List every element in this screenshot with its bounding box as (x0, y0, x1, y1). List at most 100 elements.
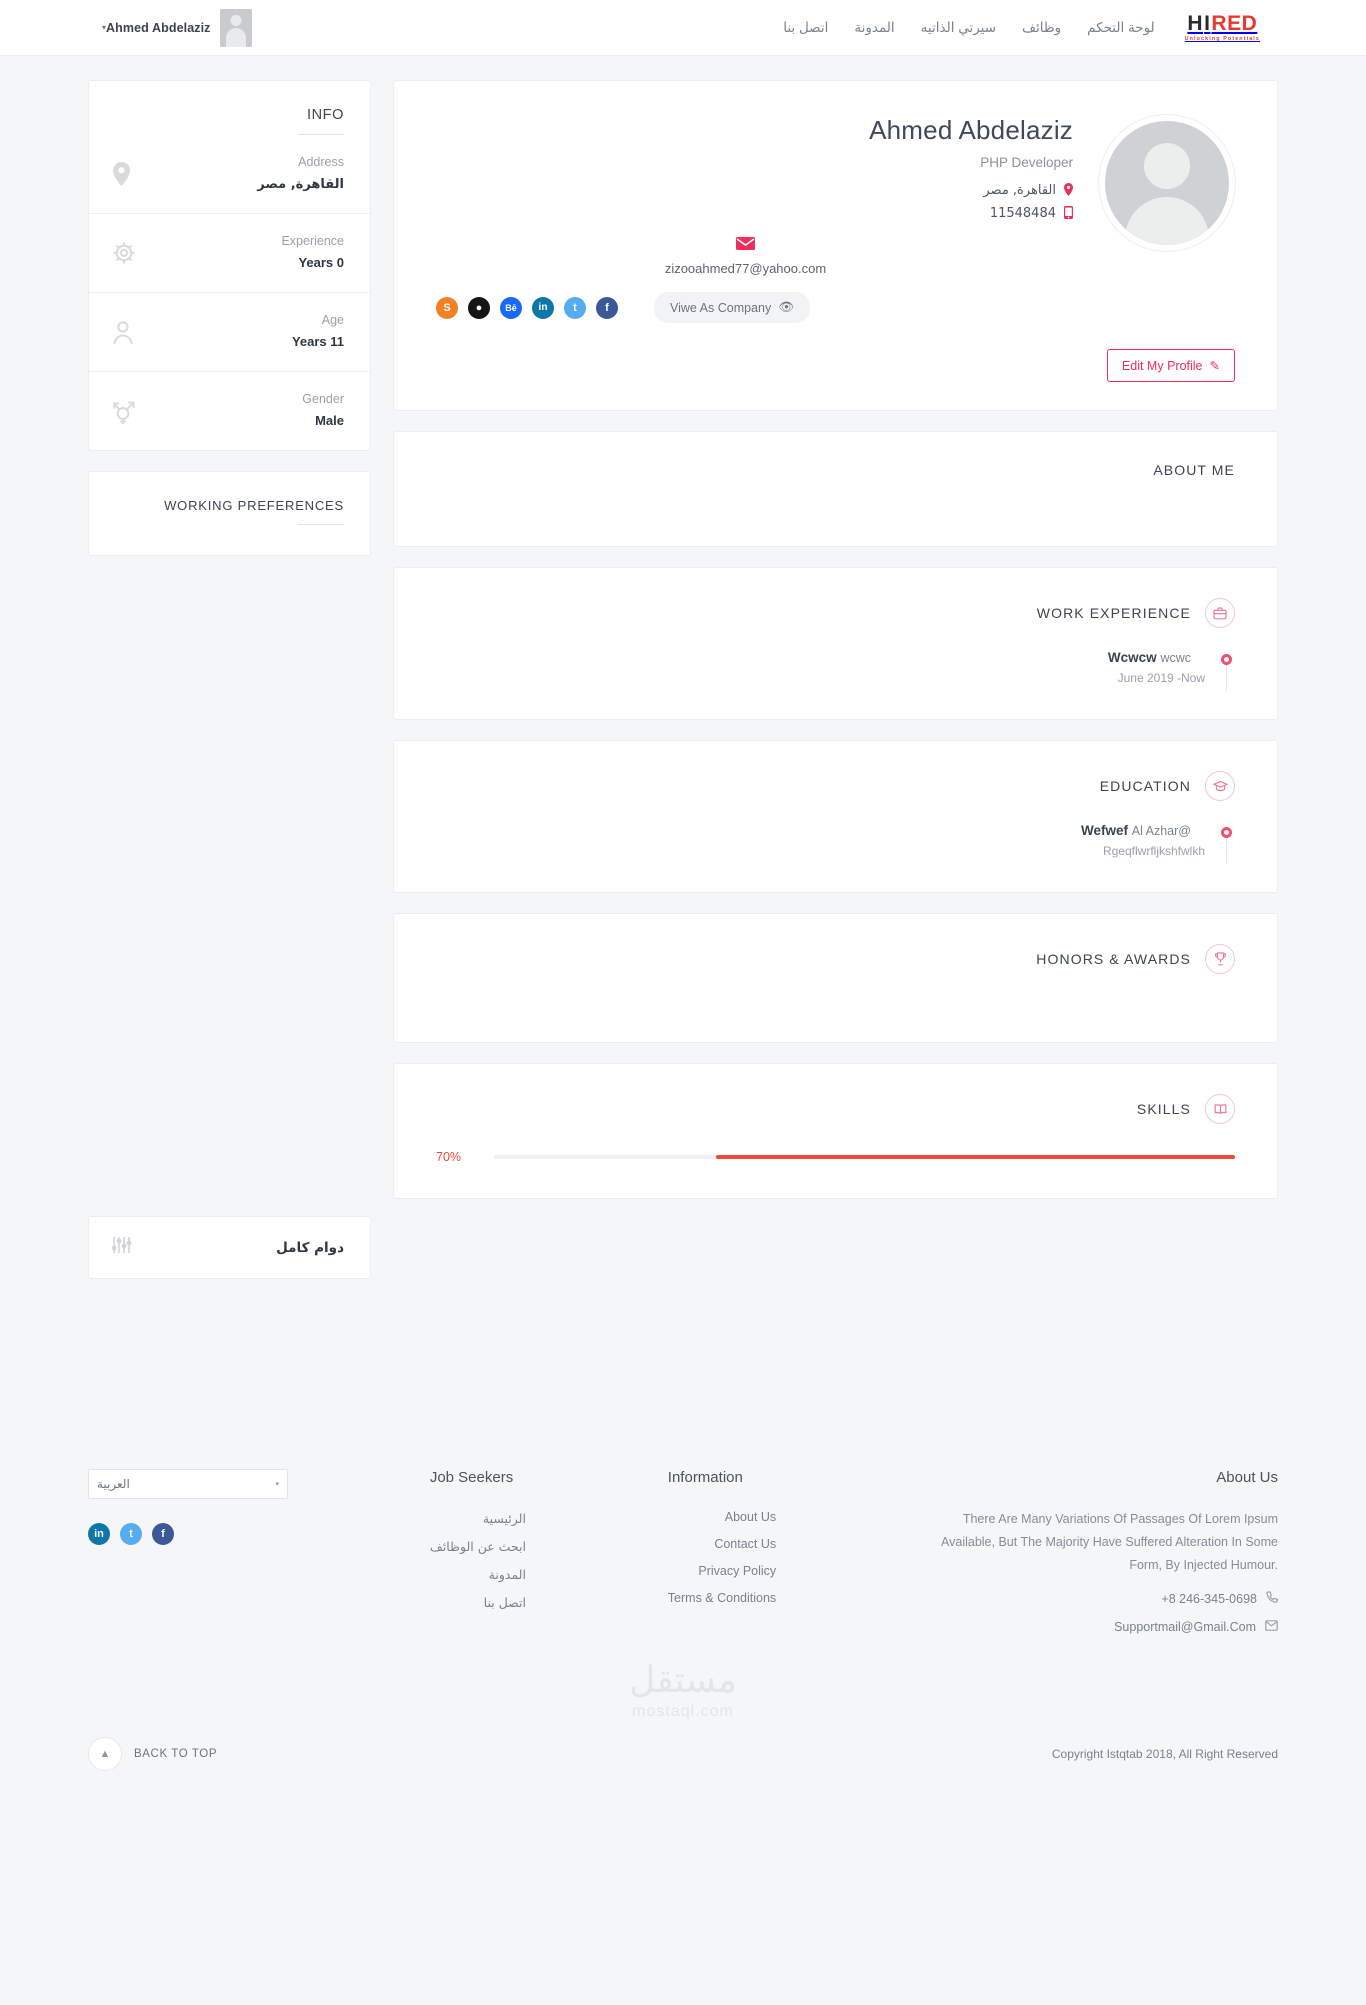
behance-icon[interactable]: Bē (500, 296, 522, 319)
footer-email: Supportmail@Gmail.Com (1114, 1620, 1256, 1635)
info-label: Gender (302, 392, 344, 406)
list-item: About Us (668, 1508, 776, 1526)
site-header: ▾ Ahmed Abdelaziz لوحة التحكم وظائف سيرت… (0, 0, 1366, 56)
footer-link-blog[interactable]: المدونة (489, 1567, 526, 1582)
nav-item-jobs[interactable]: وظائف (1022, 20, 1061, 36)
avatar (219, 8, 252, 47)
timeline-subtitle: wcwc (1160, 651, 1191, 665)
info-row-text: Address القاهرة, مصر (257, 155, 344, 193)
list-item: المدونة (430, 1564, 526, 1583)
logo-text-i: I (1204, 12, 1211, 35)
education-header: EDUCATION (394, 741, 1277, 801)
facebook-icon[interactable]: f (152, 1523, 174, 1545)
view-as-company-button[interactable]: Viwe As Company 👁 (654, 292, 811, 323)
list-item: الرئيسية (430, 1508, 526, 1527)
profile-avatar (1099, 115, 1235, 251)
about-me-header: ABOUT ME (394, 432, 1277, 478)
working-preference-row: دوام كامل (89, 1217, 370, 1278)
footer-about-text: There Are Many Variations Of Passages Of… (941, 1512, 1278, 1573)
info-value: Years 11 (291, 334, 344, 349)
nav-item-blog[interactable]: المدونة (854, 20, 894, 36)
sliders-icon (111, 1235, 133, 1260)
twitter-icon[interactable]: t (120, 1523, 142, 1545)
page-body: INFO Address القاهرة, مصر Experience Yea… (0, 56, 1366, 1299)
person-icon (111, 319, 135, 345)
skill-percent-label: 70% (436, 1150, 462, 1164)
footer-link-home[interactable]: الرئيسية (483, 1511, 526, 1526)
footer-link-contact[interactable]: اتصل بنا (484, 1595, 526, 1610)
footer-information-title: Information (667, 1469, 743, 1486)
footer-link-terms[interactable]: Terms & Conditions (668, 1591, 776, 1605)
list-item: Privacy Policy (668, 1562, 776, 1580)
working-preference-value: دوام كامل (276, 1239, 344, 1256)
footer-link-search-jobs[interactable]: ابحث عن الوظائف (430, 1539, 526, 1554)
language-select[interactable]: ▾ العربية (88, 1469, 288, 1499)
trophy-icon (1205, 944, 1235, 974)
about-me-card: ABOUT ME (393, 431, 1278, 547)
copyright-text: Copyright Istqtab 2018, All Right Reserv… (1051, 1747, 1278, 1762)
working-preferences-row-card: دوام كامل (88, 1216, 371, 1279)
profile-location: القاهرة, مصر (983, 183, 1056, 198)
edit-profile-button[interactable]: Edit My Profile ✎ (1106, 349, 1235, 382)
timeline-title-row: Wcwcw wcwc (436, 650, 1205, 665)
info-value: Male (315, 413, 344, 428)
info-card-title: INFO (306, 107, 344, 123)
main-nav: لوحة التحكم وظائف سيرتي الذاتيه المدونة … (783, 20, 1154, 36)
header-left: ▾ Ahmed Abdelaziz (100, 8, 252, 47)
site-logo[interactable]: H I RED Unlocking Potentials (1185, 13, 1260, 42)
nav-item-resume[interactable]: سيرتي الذاتيه (921, 20, 996, 36)
footer-information-column: Information About Us Contact Us Privacy … (668, 1469, 776, 1607)
footer-phone: +8 246-345-0698 (1161, 1591, 1257, 1606)
timeline-item: Wcwcw wcwc June 2019 -Now (436, 650, 1235, 691)
main-content: Ahmed Abdelaziz PHP Developer القاهرة, م… (393, 80, 1278, 1219)
info-label: Address (298, 155, 344, 169)
info-row-text: Age Years 11 (292, 313, 344, 351)
watermark-latin: mostaql.com (632, 1703, 734, 1721)
info-label: Age (321, 313, 344, 327)
stackoverflow-icon[interactable]: S (436, 296, 458, 319)
education-card: EDUCATION Wefwef Al Azhar@ Rgeqflwrfljks… (393, 740, 1278, 893)
book-icon (1205, 1094, 1235, 1124)
footer-link-contact-us[interactable]: Contact Us (714, 1537, 776, 1551)
graduation-cap-icon (1205, 771, 1235, 801)
linkedin-icon[interactable]: in (532, 296, 554, 319)
nav-item-contact[interactable]: اتصل بنا (783, 20, 828, 36)
info-row-gender: Gender Male (89, 372, 370, 450)
profile-identity: Ahmed Abdelaziz PHP Developer القاهرة, م… (436, 115, 1099, 251)
github-icon[interactable]: ● (468, 296, 490, 319)
work-experience-header: WORK EXPERIENCE (394, 568, 1277, 628)
profile-phone-row: 11548484 (990, 206, 1073, 221)
logo-tagline: Unlocking Potentials (1184, 36, 1260, 42)
timeline-subtitle: Al Azhar@ (1131, 824, 1191, 838)
honors-awards-header: HONORS & AWARDS (394, 914, 1277, 974)
nav-item-dashboard[interactable]: لوحة التحكم (1087, 20, 1155, 36)
work-experience-body: Wcwcw wcwc June 2019 -Now (394, 650, 1277, 719)
info-value: القاهرة, مصر (257, 177, 344, 192)
skill-row: 70% (436, 1150, 1235, 1164)
skills-card: SKILLS 70% (393, 1063, 1278, 1199)
watermark: مستقل mostaql.com (88, 1660, 1278, 1721)
facebook-icon[interactable]: f (596, 296, 618, 319)
list-item: ابحث عن الوظائف (430, 1536, 526, 1555)
skills-header: SKILLS (394, 1064, 1277, 1124)
footer-about-title: About Us (1216, 1469, 1278, 1486)
footer-phone-row: +8 246-345-0698 (918, 1591, 1279, 1606)
phone-icon (1266, 1591, 1279, 1606)
chevron-up-icon[interactable]: ▲ (88, 1737, 122, 1772)
back-to-top[interactable]: ▲ BACK TO TOP (88, 1737, 217, 1772)
chevron-down-icon: ▾ (275, 1480, 279, 1488)
empty-state (436, 478, 1235, 512)
timeline-dot-icon (1221, 654, 1232, 665)
timeline-title-row: Wefwef Al Azhar@ (436, 823, 1205, 838)
timeline-dot-icon (1221, 827, 1232, 838)
footer-link-privacy-policy[interactable]: Privacy Policy (698, 1564, 776, 1578)
twitter-icon[interactable]: t (564, 296, 586, 319)
footer-email-row: Supportmail@Gmail.Com (918, 1620, 1278, 1634)
divider (298, 524, 344, 525)
phone-icon (1064, 206, 1073, 221)
footer-link-about-us[interactable]: About Us (725, 1510, 776, 1524)
user-menu[interactable]: ▾ Ahmed Abdelaziz (100, 8, 252, 47)
timeline-title: Wefwef (1080, 823, 1128, 838)
footer-about-column: About Us There Are Many Variations Of Pa… (918, 1469, 1279, 1634)
linkedin-icon[interactable]: in (88, 1523, 110, 1545)
